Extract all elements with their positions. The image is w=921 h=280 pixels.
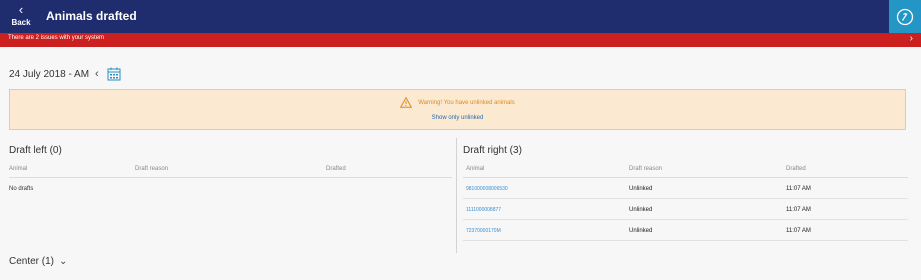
back-button[interactable]: ‹ Back	[6, 2, 36, 30]
previous-date-button[interactable]: ‹	[95, 68, 99, 80]
draft-left-panel: Draft left (0) Animal Draft reason Draft…	[9, 145, 452, 192]
center-section-toggle[interactable]: Center (1) ⌄	[9, 256, 67, 267]
table-row: 1111000008877 Unlinked 11:07 AM	[463, 199, 908, 220]
animal-id-link[interactable]: 1111000008877	[466, 207, 501, 213]
column-animal: Animal	[466, 166, 485, 172]
show-only-unlinked-link[interactable]: Show only unlinked	[10, 115, 905, 121]
table-row: 72370000170M Unlinked 11:07 AM	[463, 220, 908, 241]
draft-right-panel: Draft right (3) Animal Draft reason Draf…	[463, 145, 908, 241]
help-button[interactable]	[889, 0, 921, 33]
issues-text: There are 2 issues with your system	[8, 35, 105, 41]
warning-icon	[400, 97, 413, 108]
panel-divider	[456, 138, 457, 253]
draft-reason: Unlinked	[629, 207, 653, 213]
warning-text: Warning! You have unlinked animals	[418, 100, 515, 107]
column-animal: Animal	[9, 166, 28, 172]
draft-reason: Unlinked	[629, 228, 653, 234]
page-title: Animals drafted	[46, 9, 137, 23]
animal-id-link[interactable]: 981000008006530	[466, 186, 508, 192]
column-draft-reason: Draft reason	[135, 166, 169, 172]
draft-right-title: Draft right (3)	[463, 145, 522, 156]
issues-banner[interactable]: There are 2 issues with your system ›	[0, 33, 921, 47]
column-drafted: Drafted	[786, 166, 806, 172]
warning-message: Warning! You have unlinked animals	[10, 97, 905, 108]
drafted-time: 11:07 AM	[786, 228, 811, 234]
unlinked-warning: Warning! You have unlinked animals Show …	[9, 89, 906, 130]
column-draft-reason: Draft reason	[629, 166, 663, 172]
chevron-down-icon: ⌄	[59, 256, 68, 267]
center-title: Center (1)	[9, 256, 55, 267]
empty-state: No drafts	[9, 186, 34, 192]
date-selector: 24 July 2018 - AM ‹	[9, 67, 121, 81]
chevron-right-icon: ›	[909, 33, 913, 44]
selected-date: 24 July 2018 - AM	[9, 68, 90, 80]
drafted-time: 11:07 AM	[786, 207, 811, 213]
drafted-time: 11:07 AM	[786, 186, 811, 192]
calendar-icon[interactable]	[107, 67, 121, 81]
draft-left-title: Draft left (0)	[9, 145, 62, 156]
column-drafted: Drafted	[326, 166, 346, 172]
animal-id-link[interactable]: 72370000170M	[466, 228, 501, 234]
draft-reason: Unlinked	[629, 186, 653, 192]
draft-right-header: Animal Draft reason Drafted	[463, 166, 908, 178]
app-header: ‹ Back Animals drafted	[0, 0, 921, 33]
help-icon	[896, 8, 914, 25]
back-label: Back	[11, 18, 31, 27]
chevron-left-icon: ‹	[18, 2, 24, 17]
table-row: 981000008006530 Unlinked 11:07 AM	[463, 178, 908, 199]
draft-left-header: Animal Draft reason Drafted	[9, 166, 452, 178]
